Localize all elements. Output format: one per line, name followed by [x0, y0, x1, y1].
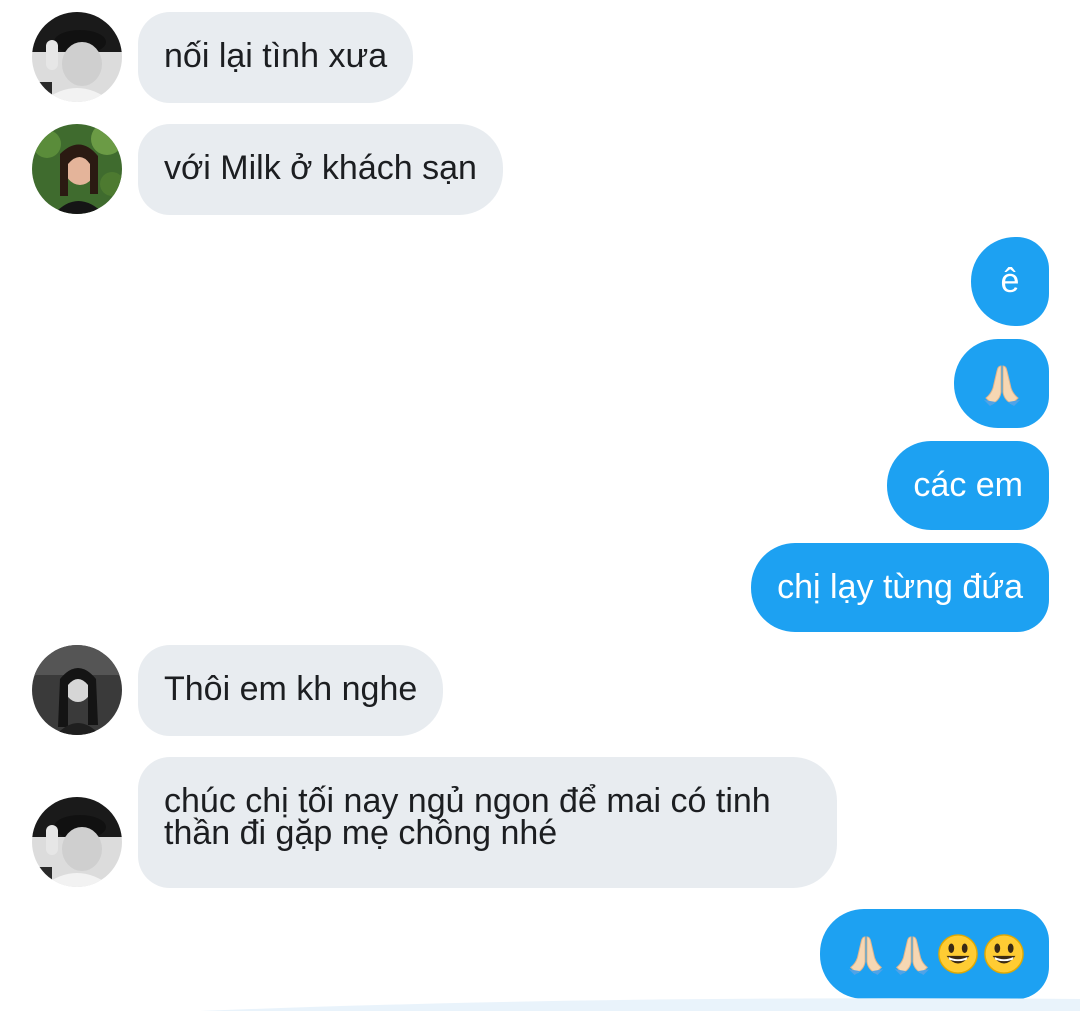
message-text: ê: [1000, 262, 1020, 300]
emoji-row: [820, 909, 1049, 999]
message-bubble[interactable]: chúc chị tối nay ngủ ngon để mai có tinh…: [138, 757, 837, 888]
message-bubble-outgoing[interactable]: các em: [887, 441, 1049, 530]
message-text: Thôi em kh nghe: [164, 670, 418, 708]
avatar-man-cap[interactable]: [32, 12, 122, 102]
chat-thread: nối lại tình xưa với Milk ở khách sạn ê: [0, 0, 1080, 1011]
message-text: với Milk ở khách sạn: [164, 149, 477, 187]
avatar-woman-bw[interactable]: [32, 645, 122, 735]
message-text: các em: [913, 466, 1023, 504]
message-bubble[interactable]: nối lại tình xưa: [138, 12, 414, 103]
folded-hands-icon: [891, 933, 933, 975]
smiling-face-icon: [983, 933, 1025, 975]
message-bubble-outgoing[interactable]: chị lạy từng đứa: [751, 543, 1049, 632]
emoji-row: [954, 339, 1049, 428]
message-bubble-outgoing[interactable]: [820, 909, 1049, 999]
smiling-face-icon: [937, 933, 979, 975]
message-bubble[interactable]: Thôi em kh nghe: [138, 645, 444, 736]
message-bubble[interactable]: với Milk ở khách sạn: [138, 124, 503, 215]
avatar-woman-green[interactable]: [32, 124, 122, 214]
message-bubble-outgoing[interactable]: ê: [971, 237, 1049, 326]
folded-hands-icon: [845, 933, 887, 975]
bottom-edge-shadow: [200, 998, 1080, 1011]
message-text: chị lạy từng đứa: [777, 568, 1023, 606]
avatar-man-cap[interactable]: [32, 797, 122, 887]
message-text-line: thần đi gặp mẹ chồng nhé: [164, 814, 558, 852]
message-bubble-outgoing[interactable]: [954, 339, 1049, 428]
folded-hands-icon: [980, 362, 1024, 406]
message-text: nối lại tình xưa: [164, 37, 388, 75]
